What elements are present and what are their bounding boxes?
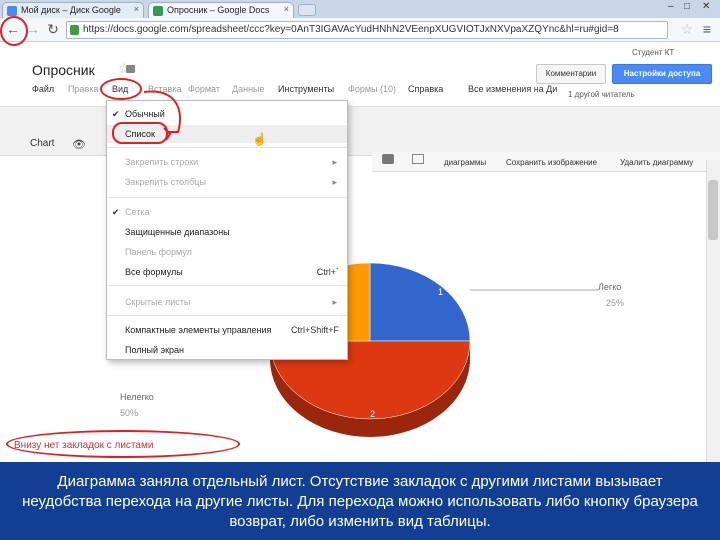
menu-item-gridlines[interactable]: ✔ Сетка bbox=[107, 203, 347, 221]
menu-item-label: Все формулы bbox=[125, 267, 183, 277]
sheets-icon bbox=[153, 6, 163, 16]
browser-tab-drive[interactable]: Мой диск – Диск Google × bbox=[2, 2, 144, 18]
share-button[interactable]: Настройки доступа bbox=[612, 64, 712, 84]
user-name[interactable]: Студент КТ bbox=[632, 48, 674, 57]
maximize-icon[interactable]: □ bbox=[684, 1, 690, 12]
slide-caption: Диаграмма заняла отдельный лист. Отсутст… bbox=[0, 462, 720, 540]
sheet-name-label[interactable]: Chart bbox=[30, 138, 54, 149]
submenu-arrow-icon: ▸ bbox=[332, 297, 337, 307]
menu-separator bbox=[107, 197, 347, 198]
comments-button[interactable]: Комментарии bbox=[536, 64, 606, 84]
menu-item-compact-controls[interactable]: Компактные элементы управления Ctrl+Shift… bbox=[107, 321, 347, 339]
menu-help[interactable]: Справка bbox=[408, 84, 443, 94]
tab-label: Мой диск – Диск Google bbox=[21, 5, 121, 15]
save-image-button[interactable]: Сохранить изображение bbox=[506, 158, 597, 167]
slice-label-hard: Нелегко bbox=[120, 392, 154, 402]
edit-chart-button[interactable]: диаграммы bbox=[444, 158, 486, 167]
check-icon: ✔ bbox=[112, 207, 120, 217]
menu-item-label: Полный экран bbox=[125, 345, 185, 355]
delete-chart-button[interactable]: Удалить диаграмму bbox=[620, 158, 693, 167]
mouse-cursor-icon: ☝ bbox=[252, 132, 267, 146]
bookmark-star-icon[interactable]: ☆ bbox=[678, 21, 696, 38]
browser-tab-docs[interactable]: Опросник – Google Docs × bbox=[148, 2, 294, 18]
annotation-circle-back bbox=[0, 16, 28, 46]
lock-icon bbox=[70, 25, 79, 35]
annotation-circle-view bbox=[100, 78, 142, 100]
menu-item-label: Компактные элементы управления bbox=[125, 325, 272, 335]
menu-item-label: Скрытые листы bbox=[125, 297, 191, 307]
shortcut-label: Ctrl+Shift+F bbox=[290, 325, 339, 335]
menu-item-freeze-rows[interactable]: Закрепить строки ▸ bbox=[107, 153, 347, 171]
doc-title[interactable]: Опросник bbox=[32, 62, 95, 78]
menu-separator bbox=[107, 147, 347, 148]
slice-number-2: 2 bbox=[370, 409, 375, 419]
menu-item-label: Закрепить столбцы bbox=[125, 177, 206, 187]
menu-format[interactable]: Формат bbox=[188, 84, 220, 94]
menu-separator bbox=[107, 285, 347, 286]
menu-data[interactable]: Данные bbox=[232, 84, 265, 94]
menu-item-freeze-columns[interactable]: Закрепить столбцы ▸ bbox=[107, 173, 347, 191]
slice-number-1: 1 bbox=[438, 287, 443, 297]
menu-item-all-formulas[interactable]: Все формулы Ctrl+` bbox=[107, 263, 347, 281]
annotation-note: Внизу нет закладок с листами bbox=[14, 440, 154, 451]
tab-label: Опросник – Google Docs bbox=[167, 5, 270, 15]
other-viewers[interactable]: 1 другой читатель bbox=[568, 90, 635, 99]
label-leader-line bbox=[470, 289, 598, 291]
close-tab-icon[interactable]: × bbox=[284, 4, 289, 14]
address-bar[interactable]: https://docs.google.com/spreadsheet/ccc?… bbox=[66, 21, 668, 39]
submenu-arrow-icon: ▸ bbox=[332, 157, 337, 167]
window-close-icon[interactable]: ✕ bbox=[702, 1, 710, 12]
paint-bucket-icon[interactable] bbox=[382, 154, 394, 164]
menu-item-protected-ranges[interactable]: Защищенные диапазоны bbox=[107, 223, 347, 241]
save-status[interactable]: Все изменения на Ди bbox=[468, 84, 557, 94]
shortcut-label: Ctrl+` bbox=[316, 267, 339, 277]
scrollbar-thumb[interactable] bbox=[708, 180, 718, 240]
slice-pct-hard: 50% bbox=[120, 408, 139, 418]
menu-item-label: Закрепить строки bbox=[125, 157, 199, 167]
menu-file[interactable]: Файл bbox=[32, 84, 54, 94]
menu-item-hidden-sheets[interactable]: Скрытые листы ▸ bbox=[107, 293, 347, 311]
pie-slice-1[interactable] bbox=[369, 262, 471, 342]
menu-edit[interactable]: Правка bbox=[68, 84, 98, 94]
wrench-icon[interactable]: ≡ bbox=[698, 21, 716, 37]
resize-icon[interactable] bbox=[412, 154, 424, 164]
menu-item-full-screen[interactable]: Полный экран bbox=[107, 341, 347, 359]
menu-forms[interactable]: Формы (10) bbox=[348, 84, 396, 94]
submenu-arrow-icon: ▸ bbox=[332, 177, 337, 187]
annotation-arrow bbox=[143, 90, 182, 141]
slice-pct-easy: 25% bbox=[606, 298, 625, 308]
folder-icon[interactable] bbox=[126, 65, 135, 73]
menu-item-formula-bar[interactable]: Панель формул bbox=[107, 243, 347, 261]
menu-item-label: Защищенные диапазоны bbox=[125, 227, 230, 237]
new-tab-button[interactable] bbox=[298, 4, 316, 16]
drive-icon bbox=[7, 6, 17, 16]
menu-separator bbox=[107, 315, 347, 316]
menu-item-label: Сетка bbox=[125, 207, 150, 217]
eye-icon[interactable]: 👁 bbox=[72, 138, 86, 151]
menu-item-label: Панель формул bbox=[125, 247, 192, 257]
menu-tools[interactable]: Инструменты bbox=[278, 84, 334, 94]
close-tab-icon[interactable]: × bbox=[134, 4, 139, 14]
url-text: https://docs.google.com/spreadsheet/ccc?… bbox=[83, 24, 619, 35]
reload-icon[interactable]: ↻ bbox=[44, 21, 62, 38]
check-icon: ✔ bbox=[112, 109, 120, 119]
slice-label-easy: Легко bbox=[598, 282, 622, 292]
minimize-icon[interactable]: – bbox=[668, 1, 674, 12]
